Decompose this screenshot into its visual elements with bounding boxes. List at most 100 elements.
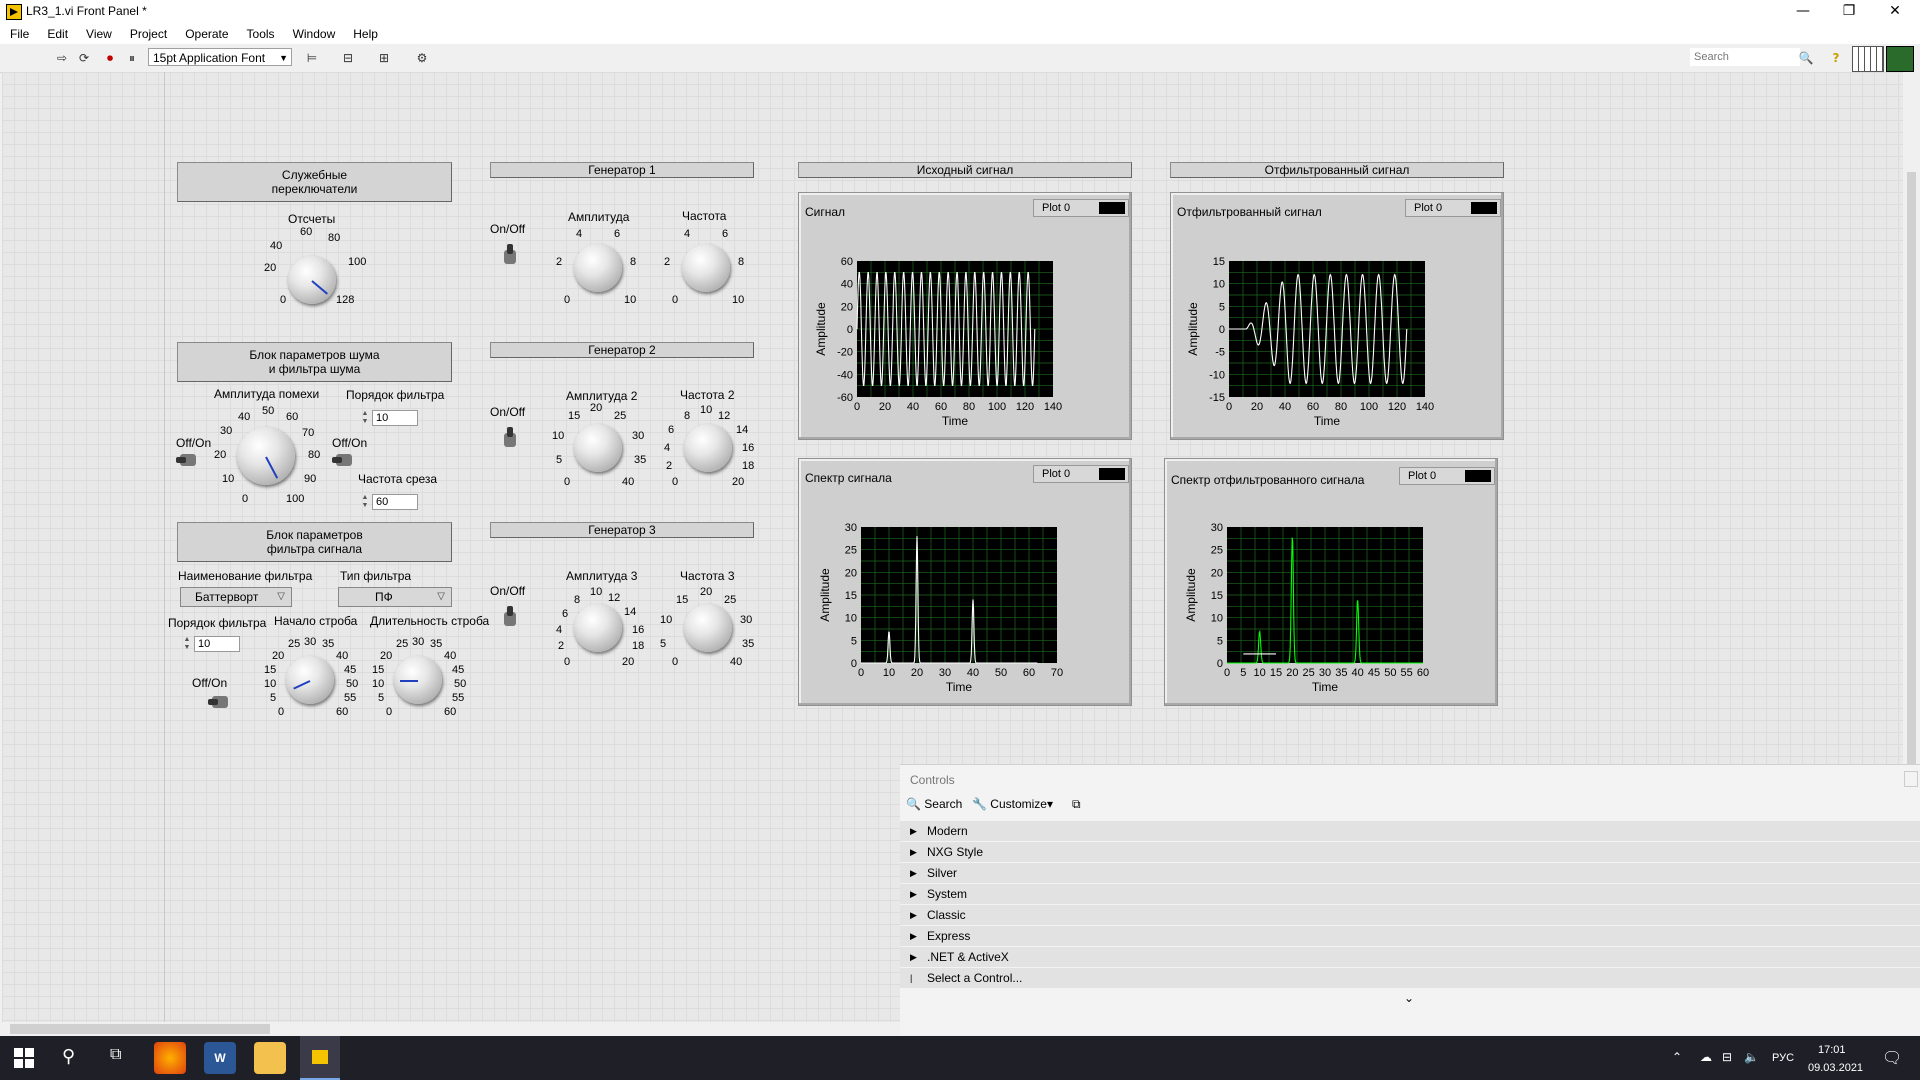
signal-graph[interactable]: Сигнал Plot 0 0 20 40 60 80 100 120 140 -60 -40 -2… [798, 192, 1132, 440]
menu-operate[interactable]: Operate [175, 24, 236, 44]
gen1-frequency-knob[interactable] [682, 244, 730, 292]
notifications-icon[interactable]: 🗨 [1882, 1048, 1902, 1068]
palette-category-label: NXG Style [927, 845, 984, 859]
gen2-amplitude-knob[interactable] [574, 424, 622, 472]
font-select[interactable]: 15pt Application Font ▼ [148, 48, 292, 66]
menu-help[interactable]: Help [343, 24, 386, 44]
cutoff-freq-value[interactable]: 60 [372, 494, 418, 510]
tick: 2 [666, 460, 673, 472]
palette-category-silver[interactable]: ▶ Silver [900, 863, 1920, 883]
palette-select-control[interactable]: | Select a Control... [900, 968, 1920, 988]
vi-icon[interactable] [1886, 46, 1914, 72]
network-icon[interactable]: ⊟ [1722, 1050, 1732, 1064]
firefox-icon[interactable] [154, 1042, 186, 1074]
noise-block-header: Блок параметров шума и фильтра шума [177, 342, 452, 382]
cloud-icon[interactable]: ☁ [1700, 1050, 1712, 1064]
filter-switch[interactable] [332, 454, 356, 466]
filter-type-select[interactable]: ПФ ▽ [338, 587, 452, 607]
minimize-button[interactable]: — [1780, 0, 1826, 24]
gen2-switch-label: On/Off [490, 405, 526, 419]
scrollbar-thumb[interactable] [1907, 172, 1916, 772]
windows-start-icon[interactable] [14, 1048, 34, 1068]
palette-category-express[interactable]: ▶ Express [900, 926, 1920, 946]
palette-category-dotnet[interactable]: ▶ .NET & ActiveX [900, 947, 1920, 967]
tick: 15 [372, 664, 385, 676]
tick: 0 [564, 656, 571, 668]
restore-button[interactable]: ❐ [1826, 0, 1872, 24]
connector-pane-icon[interactable] [1852, 46, 1884, 72]
task-view-icon[interactable]: ⧉ [110, 1046, 121, 1064]
word-icon[interactable]: W [204, 1042, 236, 1074]
strobe-length-knob[interactable] [394, 656, 442, 704]
tick: 45 [344, 664, 357, 676]
clock-time[interactable]: 17:01 [1818, 1044, 1846, 1056]
expand-more-icon[interactable]: ⌄ [1404, 991, 1414, 1005]
gen3-frequency-knob[interactable] [684, 604, 732, 652]
gen1-switch[interactable] [504, 244, 516, 266]
palette-view-icon[interactable]: ⧉ [1072, 797, 1081, 812]
y-tick-label: 0 [1219, 324, 1225, 336]
filtered-signal-header: Отфильтрованный сигнал [1170, 162, 1504, 178]
palette-category-classic[interactable]: ▶ Classic [900, 905, 1920, 925]
menu-project[interactable]: Project [120, 24, 175, 44]
palette-close-button[interactable] [1904, 771, 1918, 787]
spin-arrows-icon[interactable]: ▲ ▼ [360, 494, 370, 510]
menu-tools[interactable]: Tools [237, 24, 283, 44]
spin-arrows-icon[interactable]: ▲ ▼ [182, 636, 192, 652]
menu-file[interactable]: File [0, 24, 37, 44]
gen2-switch[interactable] [504, 427, 516, 449]
spin-arrows-icon[interactable]: ▲ ▼ [360, 410, 370, 426]
input-language[interactable]: РУС [1772, 1052, 1794, 1064]
y-tick-label: -15 [1209, 392, 1225, 404]
gen1-amplitude-knob[interactable] [574, 244, 622, 292]
align-objects-icon[interactable]: ⊨ [304, 51, 320, 65]
signal-filter-switch[interactable] [208, 696, 232, 708]
wrench-icon: 🔧 [972, 797, 987, 811]
samples-knob[interactable] [288, 256, 336, 304]
labview-taskbar-icon[interactable] [300, 1036, 340, 1080]
x-tick-label: 0 [1224, 667, 1230, 679]
noise-amplitude-knob[interactable] [237, 427, 295, 485]
scrollbar-thumb[interactable] [10, 1024, 270, 1034]
y-tick-label: 20 [841, 301, 853, 313]
pause-icon[interactable]: ⏸ [124, 51, 140, 65]
filter-order-value[interactable]: 10 [372, 410, 418, 426]
tick: 25 [288, 638, 301, 650]
volume-icon[interactable]: 🔈 [1744, 1050, 1759, 1064]
close-button[interactable]: ✕ [1872, 0, 1918, 24]
run-continuously-icon[interactable]: ⟳ [76, 51, 92, 65]
clock-date[interactable]: 09.03.2021 [1808, 1062, 1863, 1074]
palette-category-nxg-style[interactable]: ▶ NXG Style [900, 842, 1920, 862]
x-tick-label: 50 [995, 667, 1007, 679]
filter-name-select[interactable]: Баттерворт ▽ [180, 587, 292, 607]
strobe-start-knob[interactable] [286, 656, 334, 704]
help-icon[interactable]: ? [1828, 51, 1844, 65]
palette-customize-button[interactable]: 🔧 Customize▾ [972, 797, 1053, 811]
reorder-icon[interactable]: ⚙ [414, 51, 430, 65]
chevron-up-icon[interactable]: ⌃ [1672, 1050, 1682, 1064]
filter-name-value: Баттерворт [195, 590, 259, 604]
resize-objects-icon[interactable]: ⊞ [376, 51, 392, 65]
search-input[interactable]: Search [1690, 48, 1800, 66]
noise-switch[interactable] [176, 454, 200, 466]
search-icon[interactable]: ⚲ [62, 1046, 75, 1067]
spectrum-graph[interactable]: Спектр сигнала Plot 0 0 10 20 30 40 50 60 70 0 5 1… [798, 458, 1132, 706]
search-icon[interactable]: 🔍 [1798, 51, 1814, 65]
gen2-frequency-knob[interactable] [684, 424, 732, 472]
distribute-objects-icon[interactable]: ⊟ [340, 51, 356, 65]
filtered-graph[interactable]: Отфильтрованный сигнал Plot 0 0 20 40 60 80 1… [1170, 192, 1504, 440]
gen3-amplitude-knob[interactable] [574, 604, 622, 652]
file-explorer-icon[interactable] [254, 1042, 286, 1074]
menu-view[interactable]: View [76, 24, 120, 44]
abort-icon[interactable]: ⏺ [102, 51, 118, 65]
palette-search-button[interactable]: 🔍 Search [906, 797, 962, 811]
noise-switch-label: Off/On [176, 436, 212, 450]
menu-edit[interactable]: Edit [37, 24, 76, 44]
menu-window[interactable]: Window [283, 24, 344, 44]
filtered-spectrum-graph[interactable]: Спектр отфильтрованного сигнала Plot 0 0… [1164, 458, 1498, 706]
run-icon[interactable]: ⇨ [54, 51, 70, 65]
palette-category-system[interactable]: ▶ System [900, 884, 1920, 904]
palette-category-modern[interactable]: ▶ Modern [900, 821, 1920, 841]
gen3-switch[interactable] [504, 606, 516, 628]
filter-order2-value[interactable]: 10 [194, 636, 240, 652]
